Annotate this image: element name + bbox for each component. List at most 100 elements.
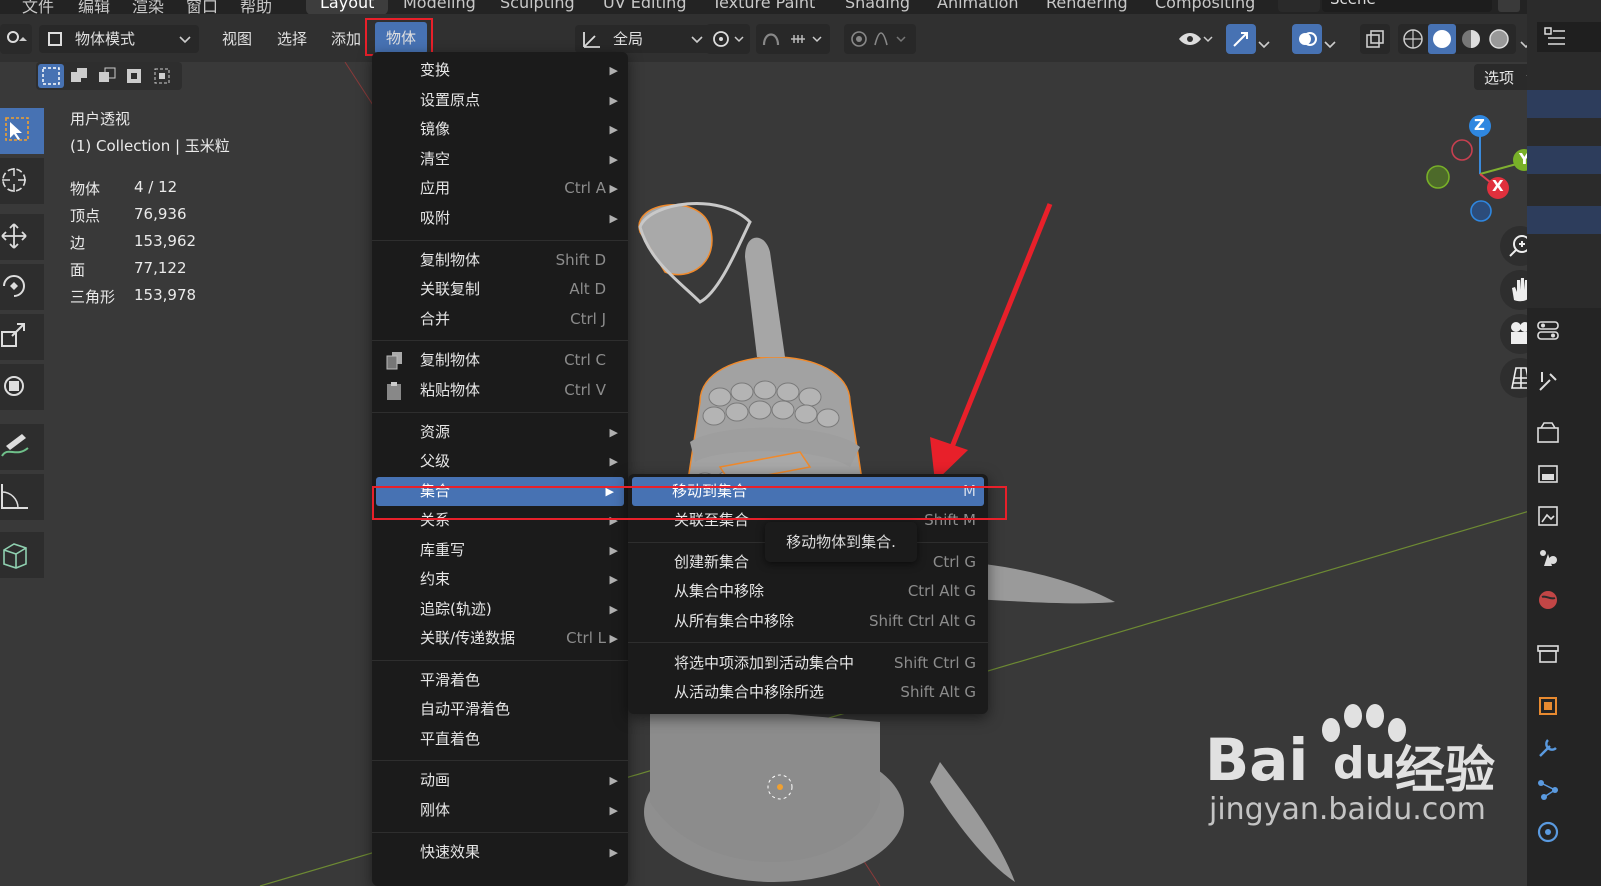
stat-value-vertices: 76,936 [134, 205, 187, 223]
submenu-item-remove-from-collection[interactable]: 从集合中移除 Ctrl Alt G [628, 577, 988, 606]
menu-item-rigid-body[interactable]: 刚体 ▶ [372, 796, 628, 825]
menu-item-clear[interactable]: 清空 ▶ [372, 145, 628, 174]
gizmo-toggle-button[interactable] [1226, 24, 1256, 54]
menu-item-constraint[interactable]: 约束 ▶ [372, 565, 628, 594]
tool-settings-icon[interactable] [1536, 370, 1560, 394]
render-properties-icon[interactable] [1536, 420, 1560, 444]
watermark-url: jingyan.baidu.com [1209, 792, 1486, 827]
menu-item-apply[interactable]: 应用 Ctrl A ▶ [372, 174, 628, 203]
menu-select[interactable]: 选择 [277, 25, 307, 53]
measure-tool[interactable] [0, 474, 44, 520]
rotate-tool[interactable] [0, 264, 44, 310]
view-layer-properties-icon[interactable] [1536, 504, 1560, 528]
editor-type-icon[interactable] [0, 24, 32, 54]
tab-texture-paint[interactable]: Texture Paint [712, 0, 815, 12]
menu-view[interactable]: 视图 [222, 25, 252, 53]
tab-compositing[interactable]: Compositing [1155, 0, 1255, 12]
menu-item-paste-objects[interactable]: 粘贴物体 Ctrl V [372, 376, 628, 405]
scene-selector-button[interactable] [1278, 0, 1320, 12]
new-scene-icon[interactable] [1498, 0, 1520, 12]
pivot-point-button[interactable] [706, 24, 750, 54]
mode-dropdown[interactable]: 物体模式 [39, 25, 199, 53]
rendered-shading-icon[interactable] [1486, 26, 1512, 52]
tab-uv-editing[interactable]: UV Editing [603, 0, 686, 12]
menu-item-snap[interactable]: 吸附 ▶ [372, 204, 628, 233]
submenu-item-add-selected-to-active-collection[interactable]: 将选中项添加到活动集合中 Shift Ctrl G [628, 649, 988, 678]
tab-rendering[interactable]: Rendering [1046, 0, 1128, 12]
outliner-selected-row[interactable] [1527, 90, 1601, 118]
menu-item-track[interactable]: 追踪(轨迹) ▶ [372, 595, 628, 624]
world-properties-icon[interactable] [1536, 588, 1560, 612]
output-properties-icon[interactable] [1536, 462, 1560, 486]
menu-edit[interactable]: 编辑 [78, 0, 110, 14]
submenu-item-remove-selected-from-active-collection[interactable]: 从活动集合中移除所选 Shift Alt G [628, 678, 988, 707]
solid-shading-icon[interactable] [1428, 24, 1456, 54]
chevron-down-icon[interactable] [1324, 34, 1338, 49]
tab-modeling[interactable]: Modeling [403, 0, 476, 12]
collection-properties-icon[interactable] [1536, 642, 1560, 666]
menu-item-join[interactable]: 合并 Ctrl J [372, 305, 628, 334]
visibility-button[interactable] [1172, 24, 1218, 54]
menu-window[interactable]: 窗口 [186, 0, 218, 14]
cursor-tool[interactable] [0, 158, 44, 204]
menu-file[interactable]: 文件 [22, 0, 54, 14]
menu-item-asset[interactable]: 资源 ▶ [372, 418, 628, 447]
proportional-editing-button[interactable] [844, 24, 916, 54]
tab-animation[interactable]: Animation [937, 0, 1019, 12]
modifier-properties-icon[interactable] [1536, 736, 1560, 760]
xray-toggle-button[interactable] [1360, 24, 1390, 54]
transform-orientation-dropdown[interactable]: 全局 [575, 25, 711, 53]
overlays-toggle-button[interactable] [1292, 24, 1322, 54]
snap-button[interactable] [756, 24, 830, 54]
menu-help[interactable]: 帮助 [240, 0, 272, 14]
menu-add[interactable]: 添加 [331, 25, 361, 53]
menu-item-animation[interactable]: 动画 ▶ [372, 766, 628, 795]
menu-item-quick-effects[interactable]: 快速效果 ▶ [372, 838, 628, 867]
scene-name-field[interactable]: Scene [1322, 0, 1492, 12]
menu-item-library-override[interactable]: 库重写 ▶ [372, 536, 628, 565]
select-invert-icon[interactable] [122, 64, 148, 88]
menu-render[interactable]: 渲染 [132, 0, 164, 14]
outliner-editor-icon[interactable] [1543, 26, 1567, 48]
select-new-icon[interactable] [38, 64, 64, 88]
outliner-selected-row[interactable] [1527, 146, 1601, 174]
select-box-tool[interactable] [0, 108, 44, 154]
wireframe-shading-icon[interactable] [1400, 26, 1426, 52]
select-subtract-icon[interactable] [94, 64, 120, 88]
menu-item-shade-flat[interactable]: 平直着色 [372, 725, 628, 754]
particle-properties-icon[interactable] [1536, 778, 1560, 802]
menu-item-duplicate-objects[interactable]: 复制物体 Shift D [372, 246, 628, 275]
scene-properties-icon[interactable] [1536, 546, 1560, 570]
tab-shading[interactable]: Shading [845, 0, 910, 12]
chevron-down-icon[interactable] [1258, 34, 1272, 49]
properties-editor-icon[interactable] [1536, 318, 1560, 342]
tab-layout[interactable]: Layout [306, 0, 389, 14]
menu-item-copy-objects[interactable]: 复制物体 Ctrl C [372, 346, 628, 375]
object-properties-icon[interactable] [1536, 694, 1560, 718]
selection-mode-group [36, 62, 182, 90]
menu-item-set-origin[interactable]: 设置原点 ▶ [372, 86, 628, 115]
menu-item-mirror[interactable]: 镜像 ▶ [372, 115, 628, 144]
copy-icon [386, 352, 402, 370]
object-mode-icon [48, 32, 62, 46]
menu-item-shade-auto-smooth[interactable]: 自动平滑着色 [372, 695, 628, 724]
menu-item-transform[interactable]: 变换 ▶ [372, 56, 628, 85]
select-extend-icon[interactable] [66, 64, 92, 88]
select-intersect-icon[interactable] [150, 64, 176, 88]
move-tool[interactable] [0, 214, 44, 260]
material-shading-icon[interactable] [1458, 26, 1484, 52]
gizmo-x-label: X [1492, 177, 1504, 195]
menu-item-parent[interactable]: 父级 ▶ [372, 447, 628, 476]
physics-properties-icon[interactable] [1536, 820, 1560, 844]
menu-item-link-transfer-data[interactable]: 关联/传递数据 Ctrl L ▶ [372, 624, 628, 653]
submenu-item-remove-from-all-collections[interactable]: 从所有集合中移除 Shift Ctrl Alt G [628, 607, 988, 636]
menu-item-duplicate-linked[interactable]: 关联复制 Alt D [372, 275, 628, 304]
tab-sculpting[interactable]: Sculpting [500, 0, 575, 12]
outliner-selected-row[interactable] [1527, 206, 1601, 234]
add-cube-tool[interactable] [0, 532, 44, 578]
annotate-tool[interactable] [0, 424, 44, 470]
menu-item-shade-smooth[interactable]: 平滑着色 [372, 666, 628, 695]
scale-tool[interactable] [0, 314, 44, 360]
stat-value-triangles: 153,978 [134, 286, 197, 304]
transform-tool[interactable] [0, 364, 44, 410]
